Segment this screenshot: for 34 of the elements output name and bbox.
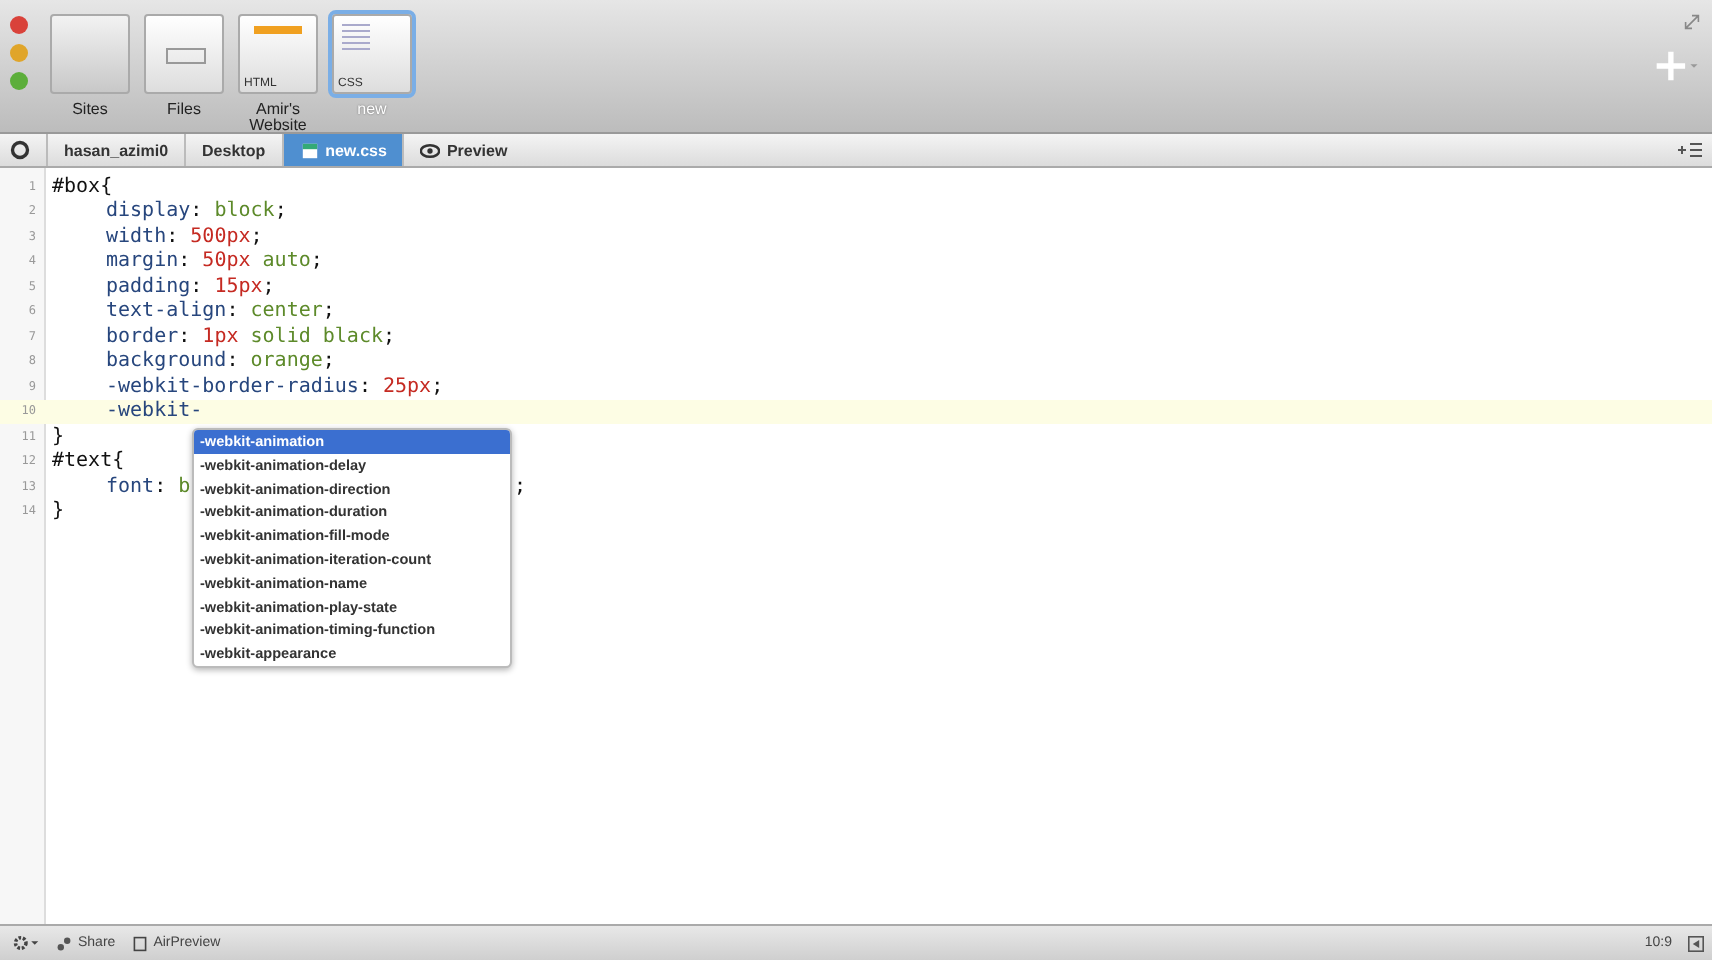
checkbox-icon [131,935,148,951]
panel-toggle-icon[interactable] [1688,935,1704,951]
code-line: text-align: center; [104,300,335,323]
code-fragment: ; [512,475,529,498]
share-icon [56,935,72,951]
code-line: background: orange; [104,350,335,373]
code-line: display: block; [104,200,287,223]
toolbar-label: Sites [70,102,110,118]
toolbar-label: Amir's Website [247,102,309,134]
fullscreen-icon[interactable] [1684,14,1700,30]
document-thumbnail[interactable] [144,14,224,94]
document-thumbnail[interactable] [50,14,130,94]
add-icon[interactable] [1656,50,1700,82]
list-add-icon[interactable] [1676,140,1704,160]
toolbar-label: new [355,102,389,118]
code-line: #box{ [52,175,113,198]
code-line: width: 500px; [104,225,263,248]
code-line: } [52,500,65,523]
toolbar-label: Files [165,102,203,118]
code-line: margin: 50px auto; [104,250,323,273]
settings-icon[interactable] [12,934,40,952]
code-line: -webkit-border-radius: 25px; [104,375,444,398]
code-line: -webkit- [104,400,203,423]
code-line: padding: 15px; [104,275,275,298]
code-line: font: b [104,475,191,498]
minimize-button[interactable] [10,44,28,62]
code-line: border: 1px solid black; [104,325,396,348]
close-button[interactable] [10,16,28,34]
code-line: #text{ [52,450,125,473]
zoom-button[interactable] [10,72,28,90]
breadcrumb-item[interactable]: Preview [402,134,524,166]
code-line: } [52,425,65,448]
file-icon [299,141,320,159]
breadcrumb-item[interactable]: hasan_azimi0 [46,134,185,166]
